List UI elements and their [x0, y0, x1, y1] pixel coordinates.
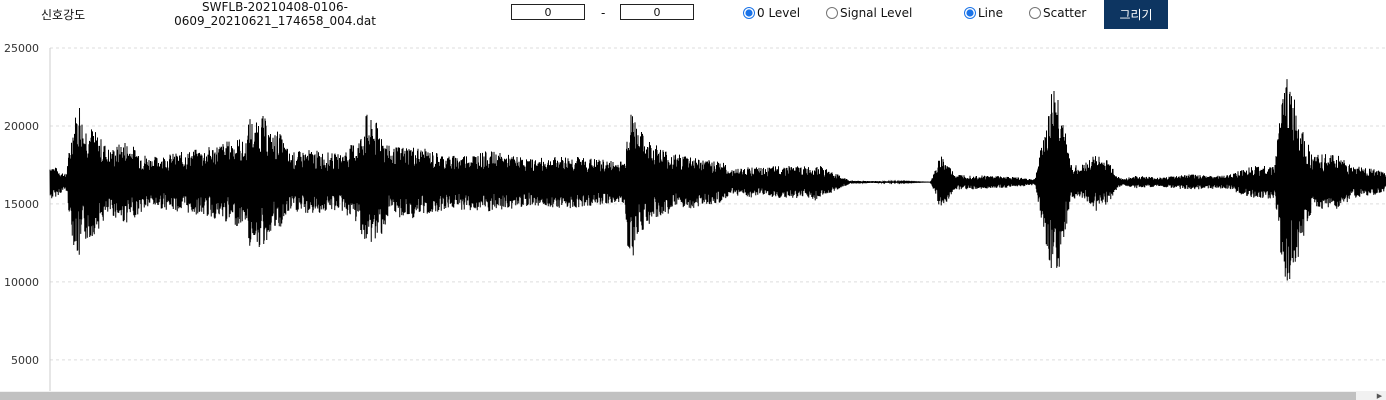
y-tick-label-25000: 25000 — [4, 42, 39, 55]
y-tick-label-10000: 10000 — [4, 276, 39, 289]
y-tick-label-15000: 15000 — [4, 198, 39, 211]
y-tick-label-5000: 5000 — [11, 354, 39, 367]
signal-viewer: 신호강도 SWFLB-20210408-0106-0609_20210621_1… — [0, 0, 1386, 400]
y-axis-ticks: 5000 10000 15000 20000 25000 — [4, 42, 39, 367]
chevron-right-icon: ▶ — [1376, 392, 1383, 400]
y-tick-label-20000: 20000 — [4, 120, 39, 133]
signal-series-line — [49, 79, 1386, 281]
scrollbar-thumb[interactable] — [0, 392, 1356, 400]
signal-chart: 5000 10000 15000 20000 25000 — [4, 42, 1386, 391]
scroll-right-button[interactable]: ▶ — [1373, 392, 1386, 400]
